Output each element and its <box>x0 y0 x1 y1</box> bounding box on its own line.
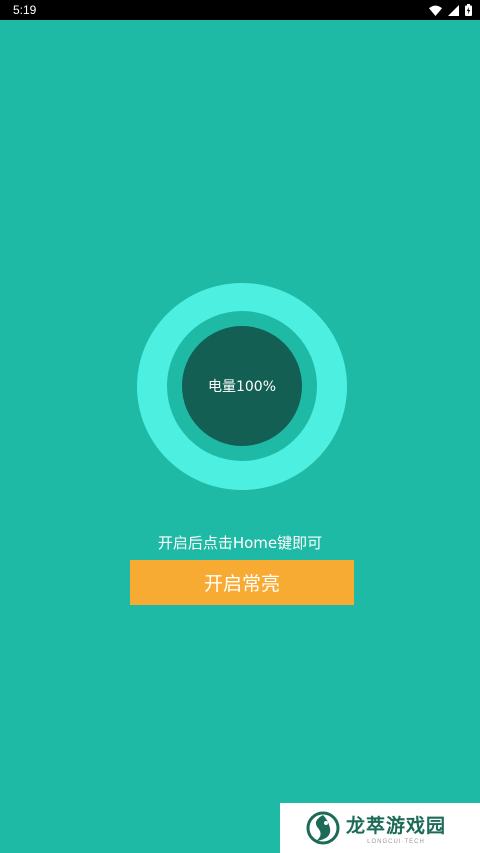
watermark-title: 龙萃游戏园 <box>346 815 447 837</box>
watermark-subtitle: LONGCUI·TECH <box>367 839 425 845</box>
status-icons <box>429 2 472 18</box>
battery-level-text: 电量100% <box>207 379 277 395</box>
watermark-text: 龙萃游戏园 LONGCUI·TECH <box>346 811 446 845</box>
watermark-logo-icon <box>306 811 340 845</box>
wifi-icon <box>429 5 442 16</box>
battery-icon <box>465 4 472 16</box>
status-time: 5:19 <box>13 3 37 17</box>
status-bar: 5:19 <box>0 0 480 20</box>
keep-screen-on-button[interactable]: 开启常亮 <box>130 560 354 605</box>
hint-text: 开启后点击Home键即可 <box>157 534 323 552</box>
signal-icon <box>448 4 459 16</box>
battery-circle: 电量100% <box>182 326 302 446</box>
watermark: 龙萃游戏园 LONGCUI·TECH <box>280 803 480 853</box>
